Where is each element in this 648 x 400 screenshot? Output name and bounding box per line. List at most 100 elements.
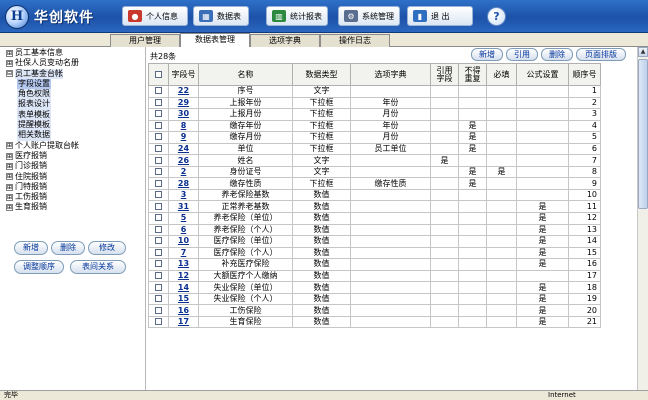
field-id-link[interactable]: 30: [168, 108, 199, 121]
table-row[interactable]: 3 养老保险基数 数值 10: [148, 188, 601, 202]
tree-child-form-template[interactable]: 表单模板: [6, 109, 79, 121]
tree-child-role-perms[interactable]: 角色权限: [6, 89, 79, 100]
row-checkbox[interactable]: [155, 237, 162, 245]
row-checkbox[interactable]: [155, 202, 162, 210]
table-row[interactable]: 26 姓名 文字 是 7: [148, 154, 601, 167]
row-checkbox-cell[interactable]: [148, 142, 169, 156]
col-option-dict[interactable]: 选项字典: [350, 63, 431, 86]
row-checkbox-cell[interactable]: [148, 154, 169, 167]
expand-icon[interactable]: ⊞: [6, 142, 13, 150]
row-checkbox-cell[interactable]: [148, 177, 169, 190]
table-row[interactable]: 28 缴存性质 下拉框 缴存性质是 9: [148, 177, 601, 190]
row-checkbox-cell[interactable]: [148, 108, 169, 121]
row-checkbox-cell[interactable]: [148, 165, 169, 179]
field-id-link[interactable]: 29: [168, 96, 199, 110]
expand-icon[interactable]: ⊞: [6, 183, 13, 191]
field-delete-button[interactable]: 删除: [541, 48, 573, 61]
row-checkbox-cell[interactable]: [148, 315, 169, 329]
data-table-button[interactable]: ▦ 数据表: [193, 6, 249, 26]
expand-icon[interactable]: ⊞: [6, 49, 13, 57]
row-checkbox-cell[interactable]: [148, 85, 169, 98]
row-checkbox[interactable]: [155, 248, 162, 256]
row-checkbox[interactable]: [155, 191, 162, 199]
field-id-link[interactable]: 16: [168, 304, 199, 317]
row-checkbox-cell[interactable]: [148, 269, 169, 283]
table-row[interactable]: 22 序号 文字 1: [148, 85, 601, 98]
tree-child-related-data[interactable]: 相关数据: [6, 130, 79, 141]
system-manage-button[interactable]: ⚙ 系统管理: [338, 6, 400, 26]
field-id-link[interactable]: 3: [168, 188, 199, 202]
tree-edit-button[interactable]: 修改: [88, 241, 126, 255]
stat-report-button[interactable]: ▥ 统计报表: [266, 6, 328, 26]
table-row[interactable]: 16 工伤保险 数值 是 20: [148, 304, 601, 317]
select-all-header[interactable]: [148, 63, 169, 86]
table-row[interactable]: 14 失业保险（单位） 数值 是 18: [148, 281, 601, 294]
tree-item[interactable]: ⊞ 医疗报销: [6, 151, 79, 161]
row-checkbox-cell[interactable]: [148, 212, 169, 225]
table-row[interactable]: 17 生育保险 数值 是 21: [148, 315, 601, 329]
table-row[interactable]: 8 缴存年份 下拉框 年份 是 4: [148, 119, 601, 133]
exit-button[interactable]: ▮ 退 出: [407, 6, 473, 26]
field-id-link[interactable]: 24: [168, 142, 199, 156]
personal-info-button[interactable]: ● 个人信息: [122, 6, 188, 26]
row-checkbox[interactable]: [155, 110, 162, 118]
col-data-type[interactable]: 数据类型: [292, 63, 351, 86]
field-id-link[interactable]: 28: [168, 177, 199, 190]
row-checkbox-cell[interactable]: [148, 200, 169, 213]
col-formula[interactable]: 公式设置: [516, 63, 569, 86]
tree-item[interactable]: ⊞ 门特报销: [6, 182, 79, 192]
field-id-link[interactable]: 6: [168, 223, 199, 237]
col-required[interactable]: 必填: [486, 63, 517, 86]
field-id-link[interactable]: 10: [168, 235, 199, 248]
field-id-link[interactable]: 22: [168, 85, 199, 98]
row-checkbox[interactable]: [155, 87, 162, 95]
row-checkbox[interactable]: [155, 156, 162, 164]
row-checkbox[interactable]: [155, 283, 162, 291]
table-row[interactable]: 6 养老保险（个人） 数值 是 13: [148, 223, 601, 237]
field-id-link[interactable]: 14: [168, 281, 199, 294]
expand-icon[interactable]: ⊞: [6, 204, 13, 212]
col-name[interactable]: 名称: [198, 63, 293, 86]
row-checkbox-cell[interactable]: [148, 96, 169, 110]
table-row[interactable]: 30 上报月份 下拉框 月份 3: [148, 108, 601, 121]
collapse-icon[interactable]: ⊟: [6, 70, 13, 78]
row-checkbox-cell[interactable]: [148, 292, 169, 306]
row-checkbox[interactable]: [155, 318, 162, 326]
field-id-link[interactable]: 2: [168, 165, 199, 179]
row-checkbox[interactable]: [155, 260, 162, 268]
row-checkbox[interactable]: [155, 272, 162, 280]
field-id-link[interactable]: 13: [168, 258, 199, 271]
row-checkbox-cell[interactable]: [148, 131, 169, 144]
tree-item[interactable]: ⊞ 社保人员变动名册: [6, 58, 79, 68]
scroll-up-icon[interactable]: ▲: [638, 47, 648, 57]
table-row[interactable]: 7 医疗保险（个人） 数值 是 15: [148, 246, 601, 260]
field-id-link[interactable]: 17: [168, 315, 199, 329]
expand-icon[interactable]: ⊞: [6, 173, 13, 181]
tree-child-report-design[interactable]: 报表设计: [6, 99, 79, 110]
tree-item[interactable]: ⊟ 员工基金台帐: [6, 68, 79, 79]
field-id-link[interactable]: 26: [168, 154, 199, 167]
tree-child-field-settings[interactable]: 字段设置: [6, 78, 79, 90]
tab-option-dict[interactable]: 选项字典: [250, 34, 320, 47]
field-id-link[interactable]: 9: [168, 131, 199, 144]
row-checkbox-cell[interactable]: [148, 119, 169, 133]
row-checkbox[interactable]: [155, 98, 162, 106]
tree-item[interactable]: ⊞ 生育报销: [6, 202, 79, 212]
field-reference-button[interactable]: 引用: [506, 48, 538, 61]
field-id-link[interactable]: 15: [168, 292, 199, 306]
table-row[interactable]: 10 医疗保险（单位） 数值 是 14: [148, 235, 601, 248]
tree-delete-button[interactable]: 删除: [51, 241, 85, 255]
field-id-link[interactable]: 8: [168, 119, 199, 133]
tree-item[interactable]: ⊞ 工伤报销: [6, 192, 79, 202]
tree-item[interactable]: ⊞ 个人账户提取台帐: [6, 141, 79, 151]
row-checkbox[interactable]: [155, 168, 162, 176]
expand-icon[interactable]: ⊞: [6, 193, 13, 201]
field-id-link[interactable]: 31: [168, 200, 199, 213]
table-row[interactable]: 2 身份证号 文字 是是 8: [148, 165, 601, 179]
row-checkbox[interactable]: [155, 121, 162, 129]
field-id-link[interactable]: 7: [168, 246, 199, 260]
row-checkbox-cell[interactable]: [148, 281, 169, 294]
row-checkbox-cell[interactable]: [148, 188, 169, 202]
tree-add-button[interactable]: 新增: [14, 241, 48, 255]
field-id-link[interactable]: 12: [168, 269, 199, 283]
